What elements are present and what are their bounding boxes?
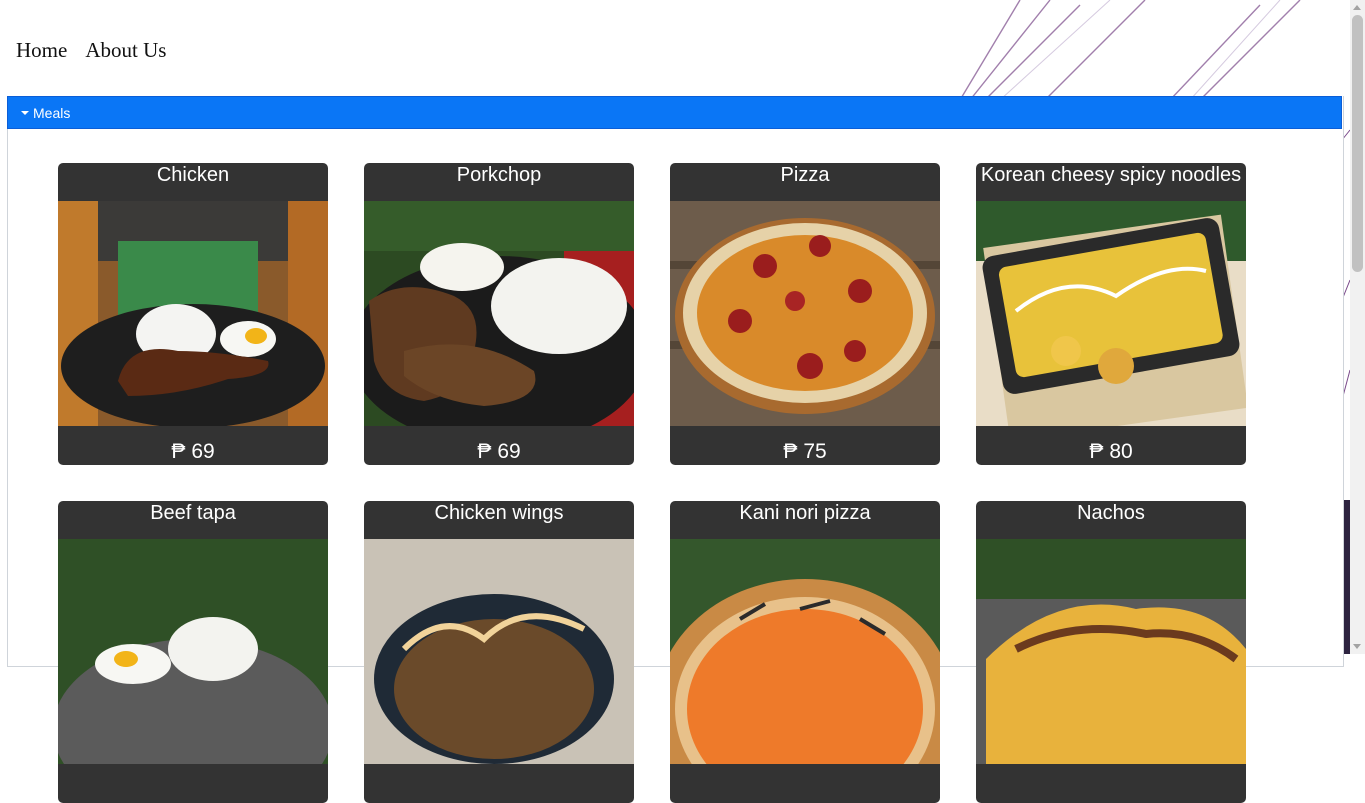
pizza-photo	[670, 201, 940, 426]
currency-symbol: ₱	[171, 440, 186, 463]
meal-price: ₱ 69	[58, 426, 328, 465]
meal-name: Nachos	[1077, 502, 1145, 524]
top-navigation: Home About Us	[16, 36, 166, 64]
meal-price: ₱ 75	[670, 426, 940, 465]
currency-symbol: ₱	[783, 440, 798, 463]
price-value: 69	[497, 440, 521, 463]
meal-name: Kani nori pizza	[739, 502, 871, 524]
chicken-wings-photo	[364, 539, 634, 764]
meal-name: Beef tapa	[150, 502, 236, 524]
scroll-down-arrow-icon[interactable]	[1350, 639, 1365, 654]
meal-card[interactable]: Nachos	[976, 501, 1246, 803]
nav-home-link[interactable]: Home	[16, 36, 67, 64]
meal-card[interactable]: Kani nori pizza	[670, 501, 940, 803]
meal-name: Chicken	[156, 164, 230, 186]
meal-name: Korean cheesy spicy noodles	[980, 164, 1242, 186]
meal-card[interactable]: Chicken ₱ 69	[58, 163, 328, 465]
meal-name: Pizza	[780, 164, 830, 186]
meal-name: Porkchop	[456, 164, 542, 186]
scrollbar-thumb[interactable]	[1352, 15, 1363, 272]
korean-noodles-photo	[976, 201, 1246, 426]
meals-panel-toggle[interactable]: Meals	[7, 96, 1342, 129]
vertical-scrollbar[interactable]	[1350, 0, 1365, 654]
porkchop-photo	[364, 201, 634, 426]
currency-symbol: ₱	[1089, 440, 1104, 463]
price-value: 75	[803, 440, 827, 463]
meal-card[interactable]: Chicken wings	[364, 501, 634, 803]
chicken-photo	[58, 201, 328, 426]
meal-grid: Chicken ₱ 69 Porkchop ₱ 69 Pizza ₱ 75 Ko…	[58, 163, 1246, 803]
price-value: 80	[1109, 440, 1133, 463]
kani-nori-pizza-photo	[670, 539, 940, 764]
beef-tapa-photo	[58, 539, 328, 764]
meal-price: ₱ 80	[976, 426, 1246, 465]
header-decoration	[959, 0, 1301, 100]
meal-name: Chicken wings	[434, 502, 564, 524]
caret-down-icon	[21, 111, 29, 115]
nachos-photo	[976, 539, 1246, 764]
meal-price: ₱ 69	[364, 426, 634, 465]
meal-card[interactable]: Pizza ₱ 75	[670, 163, 940, 465]
meal-card[interactable]: Porkchop ₱ 69	[364, 163, 634, 465]
nav-about-link[interactable]: About Us	[85, 36, 166, 64]
meal-card[interactable]: Beef tapa	[58, 501, 328, 803]
meals-panel-title: Meals	[33, 104, 71, 121]
meal-card[interactable]: Korean cheesy spicy noodles ₱ 80	[976, 163, 1246, 465]
price-value: 69	[191, 440, 215, 463]
scroll-up-arrow-icon[interactable]	[1350, 0, 1365, 15]
currency-symbol: ₱	[477, 440, 492, 463]
meals-panel: Meals Chicken ₱ 69 Porkchop ₱ 69 Pizza ₱…	[7, 96, 1344, 803]
